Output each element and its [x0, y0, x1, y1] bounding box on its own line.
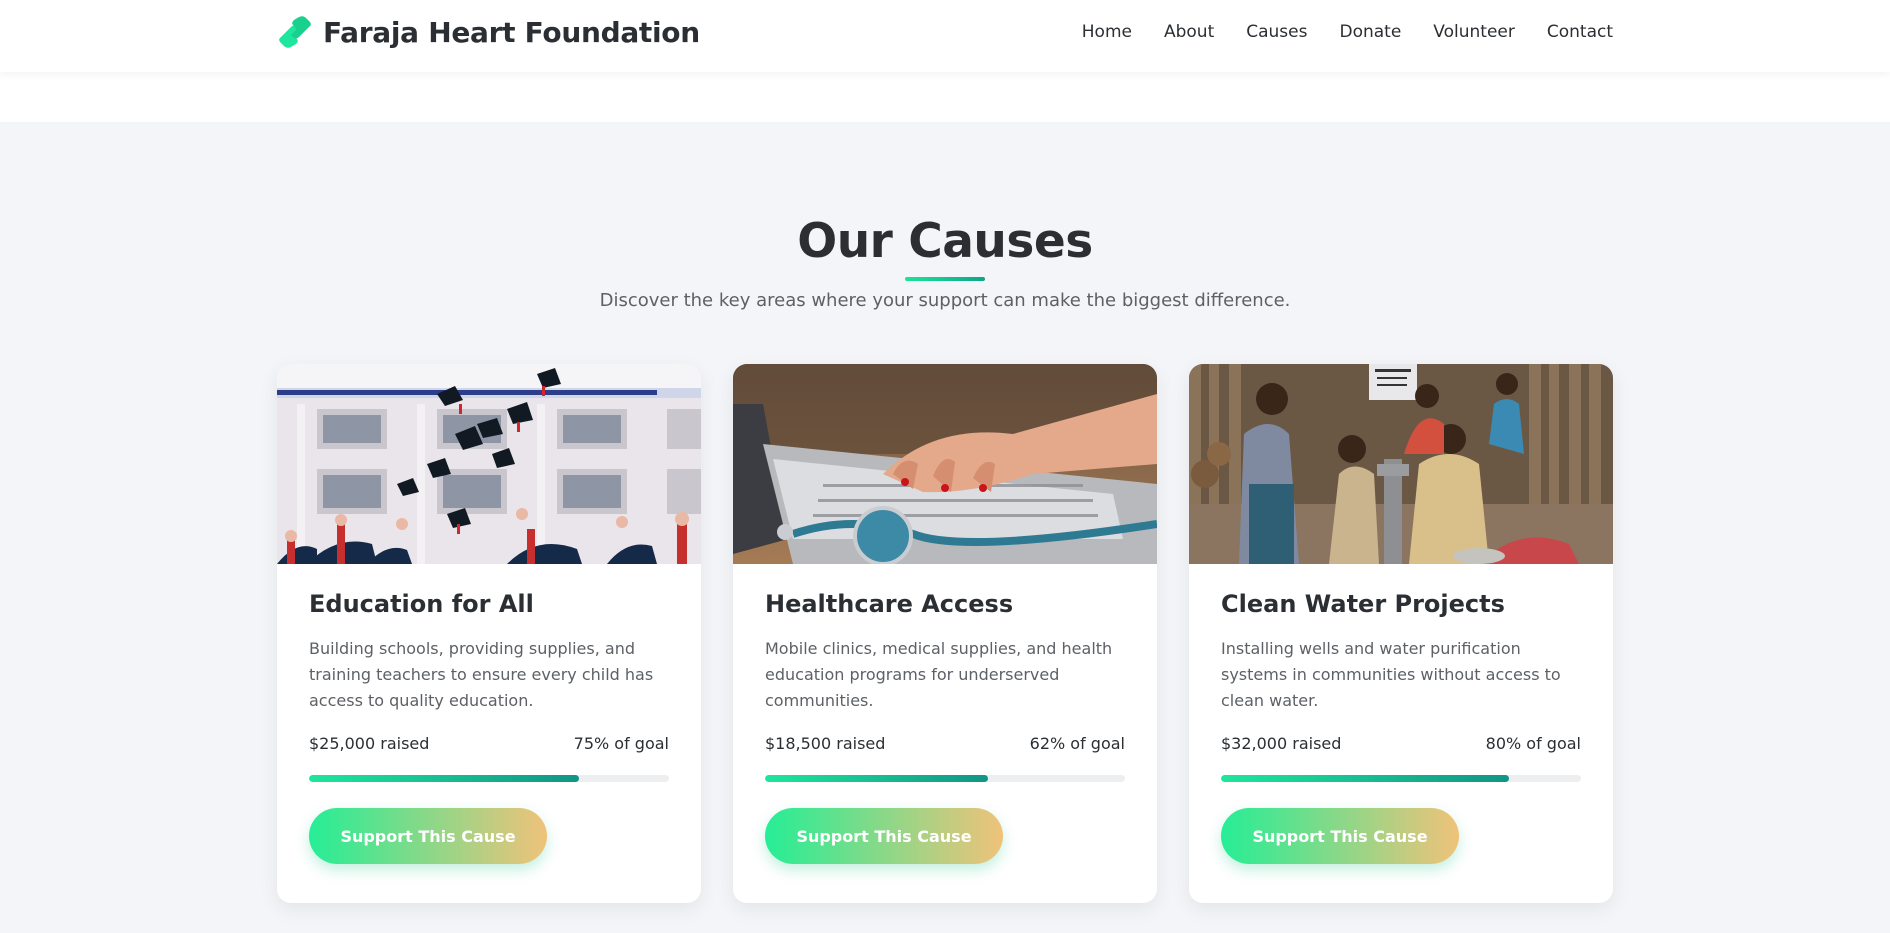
cause-card: Education for All Building schools, prov… — [277, 364, 701, 903]
nav-causes[interactable]: Causes — [1246, 22, 1307, 42]
progress-fill — [1221, 775, 1509, 782]
progress-bar — [765, 775, 1125, 782]
raised-amount: $32,000 raised — [1221, 734, 1342, 753]
laptop-stethoscope-photo — [733, 364, 1157, 564]
main-nav: Home About Causes Donate Volunteer Conta… — [1082, 22, 1613, 42]
cause-description: Building schools, providing supplies, an… — [309, 639, 654, 710]
water-pump-photo — [1189, 364, 1613, 564]
support-cause-button[interactable]: Support This Cause — [765, 808, 1003, 864]
raised-amount: $18,500 raised — [765, 734, 886, 753]
progress-bar — [309, 775, 669, 782]
nav-about[interactable]: About — [1164, 22, 1214, 42]
header-inner: Faraja Heart Foundation Home About Cause… — [277, 0, 1613, 72]
nav-home[interactable]: Home — [1082, 22, 1132, 42]
raised-amount: $25,000 raised — [309, 734, 430, 753]
card-body: Clean Water Projects Installing wells an… — [1189, 564, 1613, 864]
hands-heart-icon — [279, 16, 311, 48]
brand-name: Faraja Heart Foundation — [323, 15, 700, 49]
cause-stats: $32,000 raised 80% of goal — [1221, 734, 1581, 753]
cause-title: Healthcare Access — [765, 590, 1014, 618]
cause-card: Clean Water Projects Installing wells an… — [1189, 364, 1613, 903]
graduation-caps-photo — [277, 364, 701, 564]
progress-fill — [765, 775, 989, 782]
section-title: Our Causes — [797, 214, 1093, 269]
cause-stats: $25,000 raised 75% of goal — [309, 734, 669, 753]
logo[interactable]: Faraja Heart Foundation — [277, 15, 700, 49]
nav-donate[interactable]: Donate — [1339, 22, 1401, 42]
card-body: Education for All Building schools, prov… — [277, 564, 701, 864]
header-band — [0, 72, 1890, 122]
nav-volunteer[interactable]: Volunteer — [1433, 22, 1515, 42]
goal-percent: 75% of goal — [573, 734, 669, 753]
cause-card: Healthcare Access Mobile clinics, medica… — [733, 364, 1157, 903]
progress-fill — [309, 775, 579, 782]
title-underline — [905, 277, 985, 281]
goal-percent: 62% of goal — [1029, 734, 1125, 753]
goal-percent: 80% of goal — [1485, 734, 1581, 753]
card-body: Healthcare Access Mobile clinics, medica… — [733, 564, 1157, 864]
cause-title: Clean Water Projects — [1221, 590, 1505, 618]
nav-contact[interactable]: Contact — [1547, 22, 1613, 42]
progress-bar — [1221, 775, 1581, 782]
cause-description: Installing wells and water purification … — [1221, 639, 1561, 710]
cause-title: Education for All — [309, 590, 534, 618]
cause-description: Mobile clinics, medical supplies, and he… — [765, 639, 1113, 710]
site-header: Faraja Heart Foundation Home About Cause… — [0, 0, 1890, 72]
cause-stats: $18,500 raised 62% of goal — [765, 734, 1125, 753]
causes-grid: Education for All Building schools, prov… — [277, 364, 1613, 903]
support-cause-button[interactable]: Support This Cause — [1221, 808, 1459, 864]
section-subtitle: Discover the key areas where your suppor… — [599, 290, 1291, 311]
support-cause-button[interactable]: Support This Cause — [309, 808, 547, 864]
